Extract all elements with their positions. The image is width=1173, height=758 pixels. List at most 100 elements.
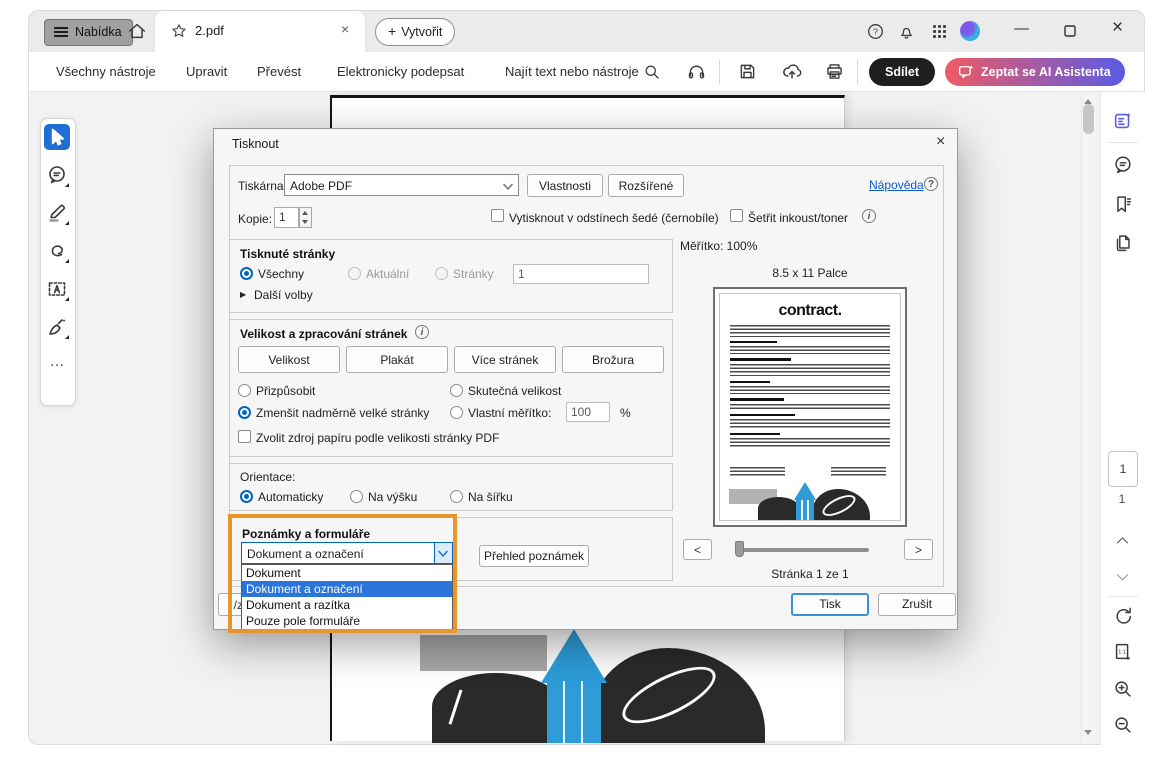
cancel-button[interactable]: Zrušit xyxy=(878,593,956,616)
size-section-title: Velikost a zpracování stránek xyxy=(240,327,408,341)
scrollbar-thumb[interactable] xyxy=(1083,104,1094,134)
comments-summary-button[interactable]: Přehled poznámek xyxy=(479,545,589,567)
cloud-upload-icon[interactable] xyxy=(781,60,803,82)
ai-assistant-panel-icon[interactable] xyxy=(1112,110,1134,132)
orientation-portrait-radio[interactable] xyxy=(350,490,363,503)
fit-page-icon[interactable]: 1:1 xyxy=(1112,641,1134,663)
print-button[interactable]: Tisk xyxy=(791,593,869,616)
draw-tool[interactable] xyxy=(44,238,70,264)
fit-radio[interactable] xyxy=(238,384,251,397)
copies-stepper[interactable] xyxy=(299,207,312,228)
dropdown-option-dokument-a-razitka[interactable]: Dokument a razítka xyxy=(242,597,452,613)
text-select-tool[interactable] xyxy=(44,276,70,302)
help-icon[interactable]: ? xyxy=(866,22,885,41)
vertical-scrollbar[interactable] xyxy=(1081,94,1096,742)
headphones-icon[interactable] xyxy=(686,61,707,82)
avatar[interactable] xyxy=(960,21,980,41)
toolbar-item-esign[interactable]: Elektronicky podepsat xyxy=(337,52,464,92)
booklet-button[interactable]: Brožura xyxy=(562,346,664,373)
shrink-radio[interactable] xyxy=(238,406,251,419)
preview-slider[interactable] xyxy=(737,548,869,552)
more-options-label[interactable]: Další volby xyxy=(254,288,313,302)
print-icon[interactable] xyxy=(824,61,845,82)
chevron-down-icon[interactable] xyxy=(1114,570,1131,584)
artwork-right-blob xyxy=(590,648,765,743)
custom-scale-input[interactable]: 100 xyxy=(566,402,610,422)
copies-input[interactable]: 1 xyxy=(274,207,299,228)
pages-all-radio[interactable] xyxy=(240,267,253,280)
dropdown-option-pouze-pole-formulare[interactable]: Pouze pole formuláře xyxy=(242,613,452,629)
pages-range-radio[interactable] xyxy=(435,267,448,280)
tab-close-icon[interactable]: × xyxy=(341,21,349,37)
search-label[interactable]: Najít text nebo nástroje xyxy=(505,52,639,92)
preview-slider-thumb[interactable] xyxy=(735,541,744,557)
comments-forms-select[interactable]: Dokument a označení xyxy=(241,542,453,564)
advanced-button[interactable]: Rozšířené xyxy=(608,174,684,197)
tab-2pdf[interactable]: 2.pdf × xyxy=(155,11,365,52)
custom-scale-radio[interactable] xyxy=(450,406,463,419)
scroll-down-icon[interactable] xyxy=(1084,730,1092,735)
maximize-icon[interactable] xyxy=(1063,24,1077,38)
pages-range-input[interactable]: 1 xyxy=(513,264,649,284)
stepper-up-icon[interactable] xyxy=(302,211,308,215)
size-button[interactable]: Velikost xyxy=(238,346,340,373)
share-button[interactable]: Sdílet xyxy=(869,58,936,86)
actual-size-radio[interactable] xyxy=(450,384,463,397)
stepper-down-icon[interactable] xyxy=(302,220,308,224)
dialog-close-icon[interactable]: × xyxy=(936,133,945,151)
bell-icon[interactable] xyxy=(897,22,916,41)
home-icon[interactable] xyxy=(126,20,148,42)
create-button[interactable]: + Vytvořit xyxy=(375,18,456,46)
dropdown-option-dokument-a-oznaceni[interactable]: Dokument a označení xyxy=(242,581,452,597)
orientation-auto-radio[interactable] xyxy=(240,490,253,503)
orientation-landscape-radio[interactable] xyxy=(450,490,463,503)
bookmarks-panel-icon[interactable] xyxy=(1112,193,1134,215)
sign-tool[interactable] xyxy=(44,314,70,340)
more-tools[interactable]: … xyxy=(44,352,70,378)
custom-scale-label: Vlastní měřítko: xyxy=(468,406,552,420)
window-close-icon[interactable]: × xyxy=(1112,17,1123,39)
search-icon[interactable] xyxy=(642,62,662,82)
comment-tool[interactable] xyxy=(44,162,70,188)
printer-select[interactable]: Adobe PDF xyxy=(284,174,519,196)
expander-icon[interactable]: ▶ xyxy=(240,290,246,299)
ai-assistant-button[interactable]: Zeptat se AI Asistenta xyxy=(945,58,1125,86)
orientation-title: Orientace: xyxy=(240,470,296,484)
dropdown-option-dokument[interactable]: Dokument xyxy=(242,565,452,581)
artwork-left-blob xyxy=(432,673,564,743)
highlight-tool[interactable] xyxy=(44,200,70,226)
multiple-button[interactable]: Více stránek xyxy=(454,346,556,373)
hamburger-icon xyxy=(54,27,68,37)
comments-panel-icon[interactable] xyxy=(1112,154,1134,176)
info-icon[interactable]: i xyxy=(862,209,876,223)
toolbar-item-edit[interactable]: Upravit xyxy=(186,52,227,92)
save-ink-checkbox[interactable] xyxy=(730,209,743,222)
help-link[interactable]: Nápověda xyxy=(869,178,924,192)
combo-chevron-cell[interactable] xyxy=(434,543,452,563)
svg-text:?: ? xyxy=(873,27,878,37)
apps-grid-icon[interactable] xyxy=(930,22,949,41)
rotate-icon[interactable] xyxy=(1112,605,1134,627)
size-info-icon[interactable]: i xyxy=(415,325,429,339)
zoom-out-icon[interactable] xyxy=(1112,714,1134,736)
preview-next-button[interactable]: > xyxy=(904,539,933,560)
toolbar-item-all-tools[interactable]: Všechny nástroje xyxy=(56,52,156,92)
zoom-in-icon[interactable] xyxy=(1112,678,1134,700)
orientation-auto-label: Automaticky xyxy=(258,490,324,504)
paper-source-checkbox[interactable] xyxy=(238,430,251,443)
save-icon[interactable] xyxy=(737,61,758,82)
page-thumbnail[interactable]: 1 xyxy=(1108,451,1138,487)
chevron-up-icon[interactable] xyxy=(1114,533,1131,547)
select-tool[interactable] xyxy=(44,124,70,150)
pages-panel-icon[interactable] xyxy=(1112,232,1134,254)
menu-button[interactable]: Nabídka xyxy=(44,19,133,46)
preview-prev-button[interactable]: < xyxy=(683,539,712,560)
minimize-icon[interactable]: — xyxy=(1014,19,1029,39)
help-circle-icon[interactable]: ? xyxy=(924,177,938,191)
toolbar-item-convert[interactable]: Převést xyxy=(257,52,301,92)
poster-button[interactable]: Plakát xyxy=(346,346,448,373)
star-icon[interactable] xyxy=(170,22,188,40)
grayscale-checkbox[interactable] xyxy=(491,209,504,222)
properties-button[interactable]: Vlastnosti xyxy=(527,174,603,197)
pages-current-radio[interactable] xyxy=(348,267,361,280)
